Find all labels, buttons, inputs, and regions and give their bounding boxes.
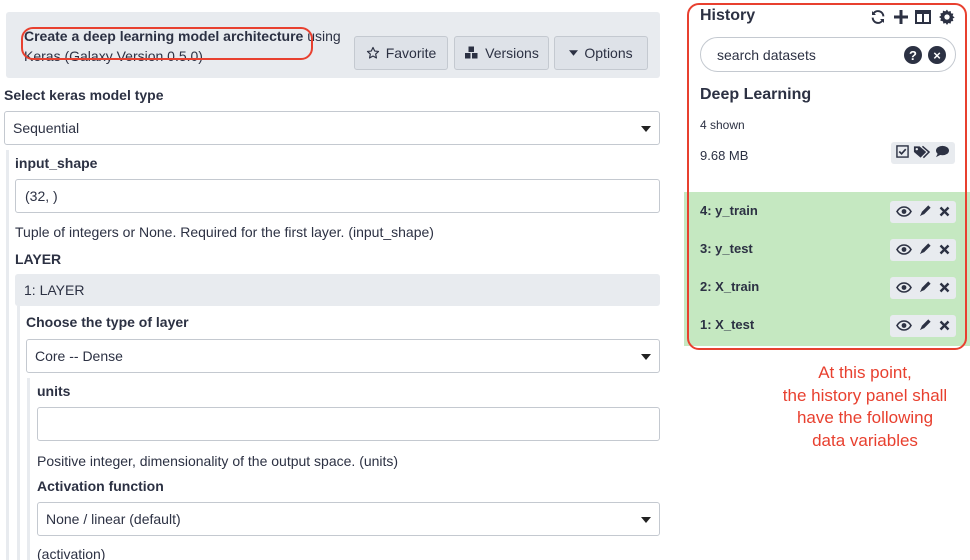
favorite-label: Favorite bbox=[385, 45, 437, 61]
pencil-icon[interactable] bbox=[919, 280, 932, 296]
dataset-actions bbox=[890, 315, 956, 337]
close-icon[interactable] bbox=[939, 280, 950, 296]
layer-section-header[interactable]: 1: LAYER bbox=[15, 274, 660, 306]
chevron-down-icon bbox=[641, 354, 651, 360]
help-icon[interactable]: ? bbox=[904, 46, 922, 64]
layer-type-value: Core -- Dense bbox=[35, 348, 123, 364]
history-name[interactable]: Deep Learning bbox=[700, 86, 811, 104]
input-shape-value: (32, ) bbox=[25, 188, 58, 204]
repeat-guide-line bbox=[6, 150, 9, 560]
dataset-label[interactable]: 3: y_test bbox=[700, 241, 753, 256]
pencil-icon[interactable] bbox=[919, 318, 932, 334]
model-type-value: Sequential bbox=[13, 120, 80, 136]
layer-label: LAYER bbox=[15, 251, 62, 267]
tool-header: Create a deep learning model architectur… bbox=[6, 12, 660, 78]
history-title: History bbox=[700, 7, 756, 24]
shown-count: 4 shown bbox=[700, 118, 745, 132]
dataset-item[interactable]: 2: X_train bbox=[684, 268, 970, 306]
star-icon bbox=[366, 46, 380, 60]
section-guide-line bbox=[17, 306, 20, 560]
model-type-label: Select keras model type bbox=[4, 87, 164, 103]
activation-label: Activation function bbox=[37, 478, 164, 494]
dataset-actions bbox=[890, 201, 956, 223]
activation-select[interactable]: None / linear (default) bbox=[37, 502, 660, 536]
pencil-icon[interactable] bbox=[919, 204, 932, 220]
versions-label: Versions bbox=[485, 45, 539, 61]
close-icon[interactable] bbox=[939, 318, 950, 334]
tags-icon[interactable] bbox=[913, 145, 931, 162]
clear-search-icon[interactable]: × bbox=[928, 46, 946, 64]
chevron-down-icon bbox=[641, 126, 651, 132]
comment-icon[interactable] bbox=[935, 145, 950, 161]
options-label: Options bbox=[584, 45, 633, 61]
input-shape-label: input_shape bbox=[15, 155, 98, 171]
columns-icon[interactable] bbox=[914, 8, 932, 26]
close-icon[interactable] bbox=[939, 204, 950, 220]
eye-icon[interactable] bbox=[895, 242, 912, 258]
layer-type-label: Choose the type of layer bbox=[26, 314, 189, 330]
conditional-guide-line bbox=[27, 378, 30, 560]
layer-section-title: 1: LAYER bbox=[24, 282, 85, 298]
plus-icon[interactable] bbox=[892, 8, 910, 26]
layer-type-select[interactable]: Core -- Dense bbox=[26, 339, 660, 373]
model-type-select[interactable]: Sequential bbox=[4, 111, 660, 145]
annotation-note: At this point, the history panel shall h… bbox=[770, 362, 960, 452]
annotation-line: data variables bbox=[812, 430, 918, 450]
input-shape-help: Tuple of integers or None. Required for … bbox=[15, 224, 434, 240]
dataset-label[interactable]: 2: X_train bbox=[700, 279, 759, 294]
input-shape-field[interactable]: (32, ) bbox=[15, 179, 660, 213]
dataset-item[interactable]: 4: y_train bbox=[684, 192, 970, 230]
dataset-actions bbox=[890, 239, 956, 261]
caret-down-icon bbox=[569, 49, 579, 57]
dataset-list: 4: y_train 3: y_test 2: X_train 1: X_tes… bbox=[684, 192, 970, 346]
options-button[interactable]: Options bbox=[554, 36, 648, 70]
cubes-icon bbox=[464, 46, 479, 60]
activation-help: (activation) bbox=[37, 546, 106, 560]
eye-icon[interactable] bbox=[895, 318, 912, 334]
tool-form-panel: Create a deep learning model architectur… bbox=[0, 0, 672, 560]
units-help: Positive integer, dimensionality of the … bbox=[37, 453, 399, 469]
favorite-button[interactable]: Favorite bbox=[354, 36, 448, 70]
chevron-down-icon bbox=[641, 517, 651, 523]
search-placeholder: search datasets bbox=[717, 46, 816, 63]
annotation-line: the history panel shall bbox=[782, 385, 948, 405]
dataset-item[interactable]: 1: X_test bbox=[684, 306, 970, 344]
history-size: 9.68 MB bbox=[700, 148, 749, 163]
eye-icon[interactable] bbox=[895, 204, 912, 220]
versions-button[interactable]: Versions bbox=[454, 36, 549, 70]
dataset-actions bbox=[890, 277, 956, 299]
dataset-item[interactable]: 3: y_test bbox=[684, 230, 970, 268]
gear-icon[interactable] bbox=[938, 8, 956, 26]
eye-icon[interactable] bbox=[895, 280, 912, 296]
dataset-label[interactable]: 1: X_test bbox=[700, 317, 754, 332]
select-checkbox-icon[interactable] bbox=[896, 145, 909, 161]
units-field[interactable] bbox=[37, 407, 660, 441]
pencil-icon[interactable] bbox=[919, 242, 932, 258]
history-actions bbox=[891, 142, 955, 164]
annotation-line: have the following bbox=[796, 408, 934, 427]
dataset-label[interactable]: 4: y_train bbox=[700, 203, 758, 218]
title-highlight-annotation bbox=[21, 27, 313, 60]
units-label: units bbox=[37, 383, 71, 399]
activation-value: None / linear (default) bbox=[46, 511, 181, 527]
annotation-line: At this point, bbox=[818, 363, 912, 382]
close-icon[interactable] bbox=[939, 242, 950, 258]
refresh-icon[interactable] bbox=[869, 8, 887, 26]
